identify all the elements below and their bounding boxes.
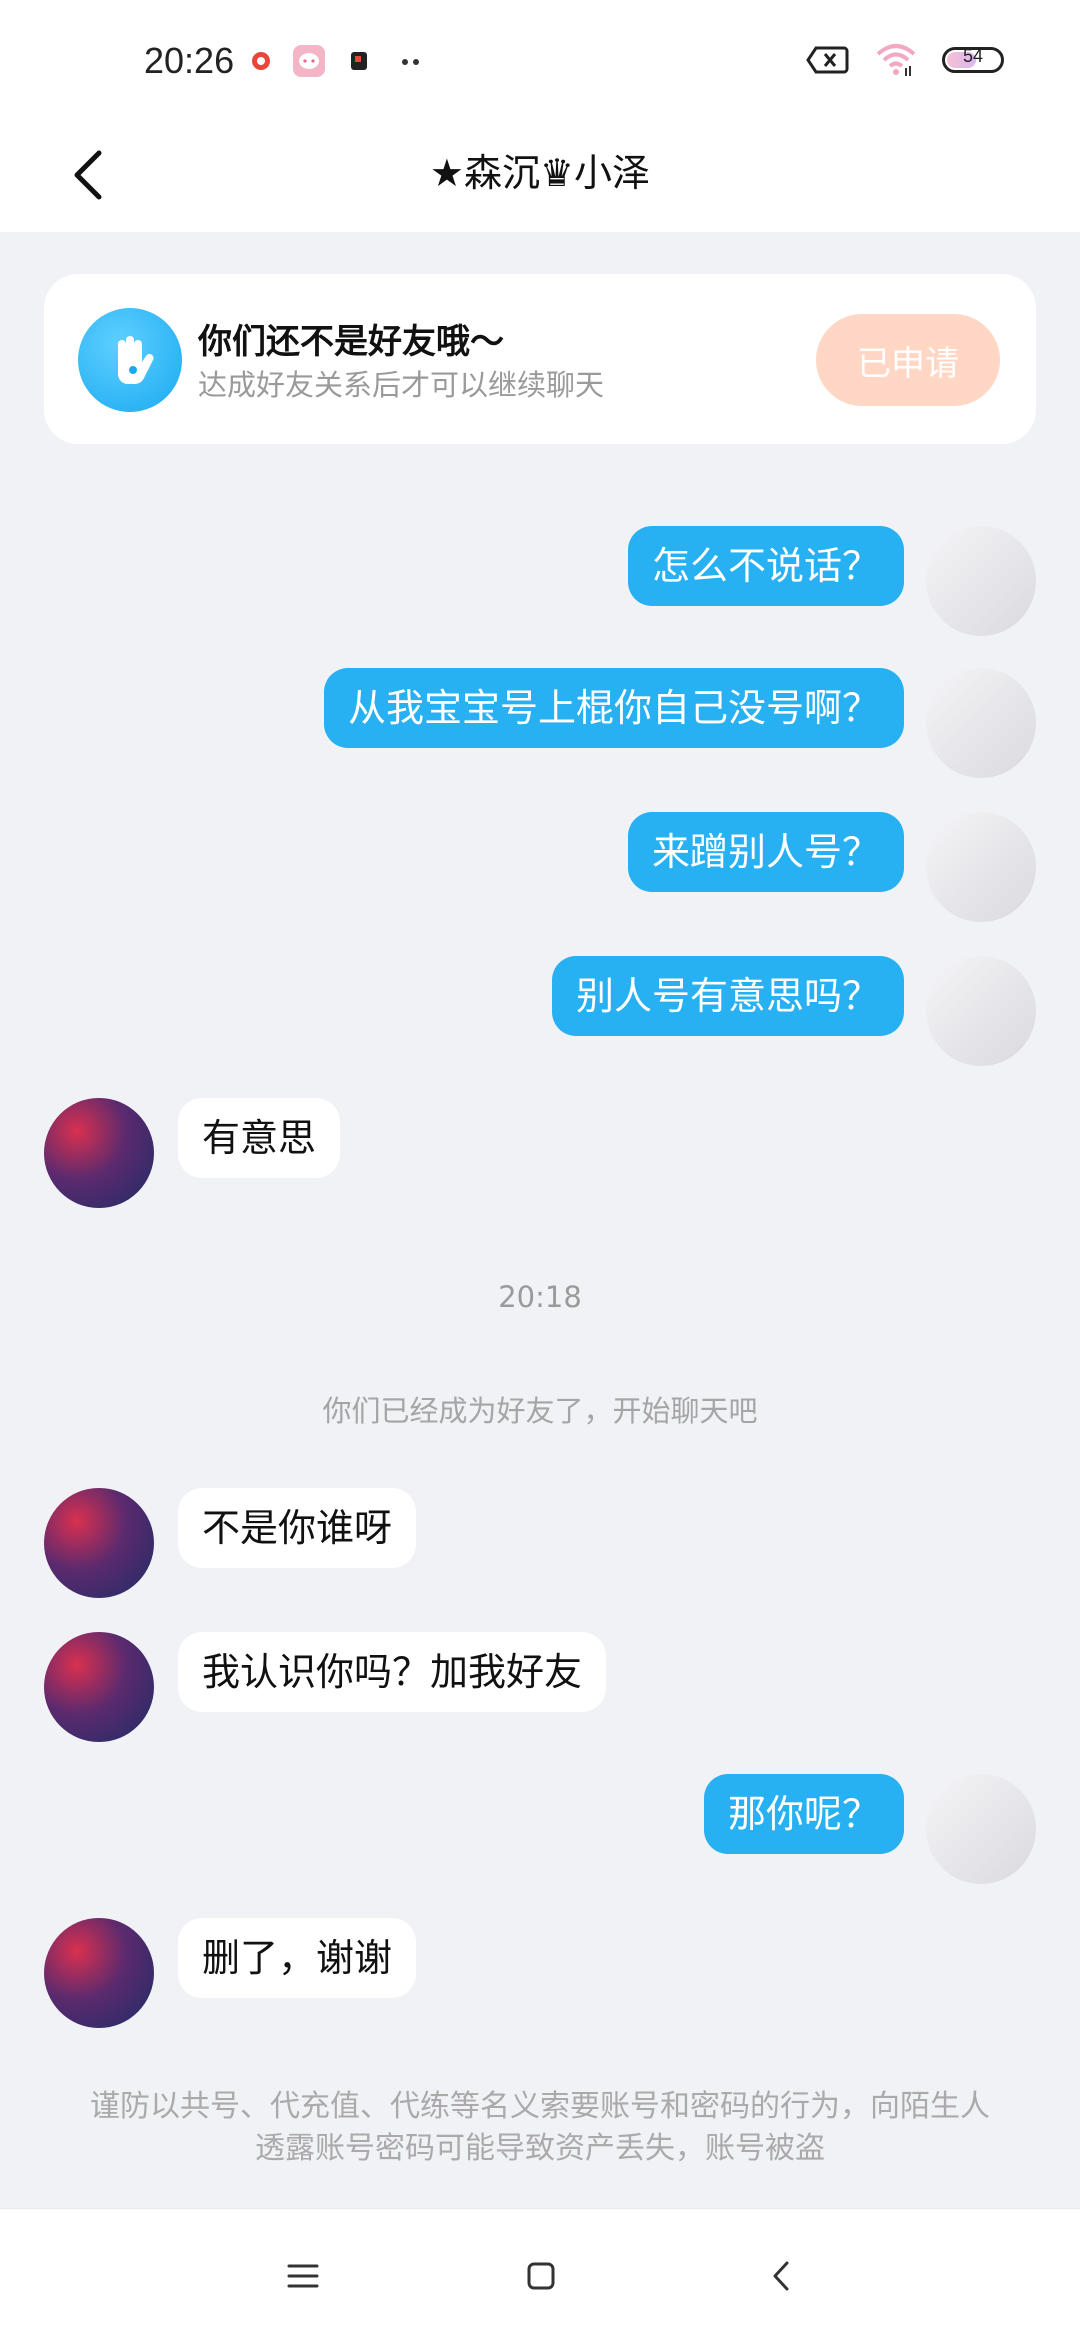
page-title: ★森沉♛小泽 [429,151,651,195]
message-bubble[interactable]: 那你呢？ [703,1774,904,1854]
message-bubble[interactable]: 不是你谁呀 [178,1488,417,1568]
message-row: 怎么不说话？ [627,526,1036,636]
back-chevron-icon [773,2261,789,2291]
notice-avatar [78,308,182,412]
sim-no-signal-icon [806,46,849,74]
time-stamp: 20:18 [498,1280,582,1314]
wifi-icon [876,44,916,76]
notice-title: 你们还不是好友哦～ [198,322,504,362]
my-avatar[interactable] [926,956,1036,1066]
message-bubble[interactable]: 来蹭别人号？ [627,812,904,892]
notice-subtitle: 达成好友关系后才可以继续聊天 [198,368,605,402]
status-time: 20:26 [144,40,235,81]
message-bubble[interactable]: 从我宝宝号上棍你自己没号啊？ [323,668,904,748]
message-row: 删了，谢谢 [44,1918,417,2028]
contact-avatar[interactable] [44,1488,154,1598]
top-area: 20:26 54 ★森沉♛小泽 [0,0,1080,232]
my-avatar[interactable] [926,668,1036,778]
battery-icon: 54 [942,47,1004,73]
my-avatar[interactable] [926,1774,1036,1884]
system-note: 你们已经成为好友了，开始聊天吧 [322,1394,758,1428]
menu-icon [287,2264,319,2288]
message-row: 那你呢？ [703,1774,1036,1884]
system-nav-bar [0,2208,1080,2341]
my-avatar[interactable] [926,812,1036,922]
message-bubble[interactable]: 我认识你吗？加我好友 [178,1632,607,1712]
message-row: 不是你谁呀 [44,1488,417,1598]
applied-button[interactable]: 已申请 [816,314,1000,406]
chat-header: ★森沉♛小泽 [0,120,1080,232]
battery-level: 54 [962,47,984,66]
hand-wave-icon [118,336,154,384]
message-row: 来蹭别人号？ [627,812,1036,922]
status-bar: 20:26 54 [0,0,1080,120]
message-row: 有意思 [44,1098,341,1208]
contact-avatar[interactable] [44,1098,154,1208]
security-warning: 谨防以共号、代充值、代练等名义索要账号和密码的行为，向陌生人透露账号密码可能导致… [90,2089,990,2166]
friend-notice-card: 你们还不是好友哦～ 达成好友关系后才可以继续聊天 已申请 [44,274,1036,444]
message-bubble[interactable]: 删了，谢谢 [178,1918,417,1998]
message-row: 从我宝宝号上棍你自己没号啊？ [323,668,1036,778]
message-bubble[interactable]: 有意思 [178,1098,341,1178]
chat-app-icon [293,45,325,77]
home-square-icon [527,2262,555,2290]
message-bubble[interactable]: 别人号有意思吗？ [551,956,904,1036]
contact-avatar[interactable] [44,1632,154,1742]
nav-menu-button[interactable] [268,2241,338,2311]
message-row: 我认识你吗？加我好友 [44,1632,607,1742]
nav-home-button[interactable] [506,2241,576,2311]
notification-app-icon [252,52,270,70]
message-row: 别人号有意思吗？ [551,956,1036,1066]
my-avatar[interactable] [926,526,1036,636]
nav-back-button[interactable] [746,2241,816,2311]
contact-avatar[interactable] [44,1918,154,2028]
more-notifications-icon [402,59,419,65]
notification-app-icon-2 [351,52,367,70]
message-bubble[interactable]: 怎么不说话？ [627,526,904,606]
status-right: 54 [806,42,1004,78]
